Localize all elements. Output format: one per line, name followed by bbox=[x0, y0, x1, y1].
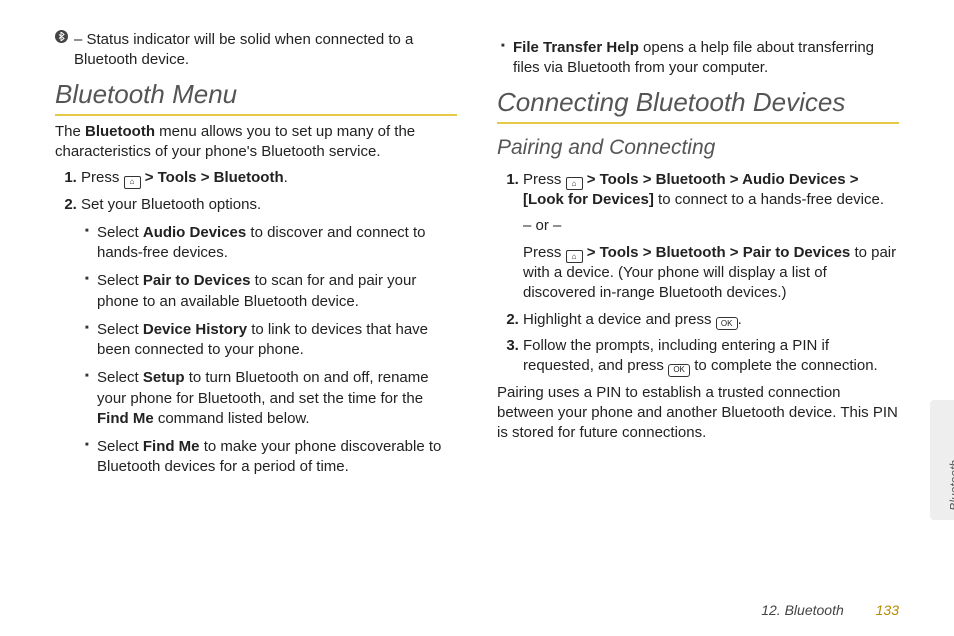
list-item: Follow the prompts, including entering a… bbox=[523, 336, 899, 377]
page-number: 133 bbox=[876, 602, 899, 618]
text: to connect to a hands-free device. bbox=[654, 191, 884, 208]
text: Select bbox=[97, 321, 143, 338]
status-indicator-line: – Status indicator will be solid when co… bbox=[55, 30, 457, 71]
or-separator: – or – bbox=[523, 216, 899, 236]
list-item: Select Setup to turn Bluetooth on and of… bbox=[85, 368, 457, 429]
text-bold: File Transfer Help bbox=[513, 39, 639, 56]
text: to complete the connection. bbox=[690, 357, 878, 374]
separator: > bbox=[201, 169, 214, 186]
text-bold: Pair to Devices bbox=[143, 272, 251, 289]
text: Select bbox=[97, 369, 143, 386]
text: Set your Bluetooth options. bbox=[81, 196, 261, 213]
pairing-outro: Pairing uses a PIN to establish a truste… bbox=[497, 383, 899, 444]
text: Press bbox=[523, 244, 566, 261]
list-item: Highlight a device and press OK. bbox=[523, 310, 899, 331]
text: Select bbox=[97, 224, 143, 241]
page-content: – Status indicator will be solid when co… bbox=[0, 0, 954, 580]
text-bold: Device History bbox=[143, 321, 247, 338]
status-text: – Status indicator will be solid when co… bbox=[74, 30, 457, 71]
separator: > bbox=[643, 171, 656, 188]
text-bold: [Look for Devices] bbox=[523, 191, 654, 208]
text: The bbox=[55, 123, 85, 140]
text-bold: Audio Devices bbox=[143, 224, 246, 241]
text-bold: Bluetooth bbox=[85, 123, 155, 140]
side-tab-label: Bluetooth bbox=[948, 460, 954, 511]
list-item: Press ⌂ > Tools > Bluetooth > Audio Devi… bbox=[523, 170, 899, 304]
text-bold: Find Me bbox=[143, 438, 200, 455]
text: Highlight a device and press bbox=[523, 311, 716, 328]
separator: > bbox=[730, 244, 743, 261]
text-bold: Audio Devices bbox=[742, 171, 845, 188]
list-item: File Transfer Help opens a help file abo… bbox=[501, 38, 899, 79]
list-item: Set your Bluetooth options. Select Audio… bbox=[81, 195, 457, 478]
text-bold: Bluetooth bbox=[214, 169, 284, 186]
separator: > bbox=[145, 169, 158, 186]
text-bold: Setup bbox=[143, 369, 185, 386]
ok-key-icon: OK bbox=[668, 364, 690, 377]
separator: > bbox=[850, 171, 859, 188]
menu-key-icon: ⌂ bbox=[566, 250, 583, 263]
file-transfer-help-list: File Transfer Help opens a help file abo… bbox=[501, 38, 899, 79]
bluetooth-menu-intro: The Bluetooth menu allows you to set up … bbox=[55, 122, 457, 163]
text-bold: Bluetooth bbox=[656, 171, 726, 188]
list-item: Select Audio Devices to discover and con… bbox=[85, 223, 457, 264]
menu-key-icon: ⌂ bbox=[124, 176, 141, 189]
text-bold: Tools bbox=[158, 169, 197, 186]
ok-key-icon: OK bbox=[716, 317, 738, 330]
text: . bbox=[738, 311, 742, 328]
text-bold: Pair to Devices bbox=[743, 244, 851, 261]
list-item: Press ⌂ > Tools > Bluetooth. bbox=[81, 168, 457, 189]
bluetooth-options-list: Select Audio Devices to discover and con… bbox=[85, 223, 457, 478]
text: Select bbox=[97, 438, 143, 455]
page-footer: 12. Bluetooth 133 bbox=[761, 602, 899, 618]
list-item: Select Pair to Devices to scan for and p… bbox=[85, 271, 457, 312]
heading-connecting-bluetooth-devices: Connecting Bluetooth Devices bbox=[497, 87, 899, 124]
text: Press bbox=[523, 171, 566, 188]
text: command listed below. bbox=[154, 410, 310, 427]
separator: > bbox=[587, 244, 600, 261]
separator: > bbox=[643, 244, 656, 261]
text: Select bbox=[97, 272, 143, 289]
right-column: File Transfer Help opens a help file abo… bbox=[497, 30, 899, 570]
list-item: Select Find Me to make your phone discov… bbox=[85, 437, 457, 478]
text: Press bbox=[81, 169, 124, 186]
bluetooth-menu-steps: Press ⌂ > Tools > Bluetooth. Set your Bl… bbox=[55, 168, 457, 478]
pairing-steps: Press ⌂ > Tools > Bluetooth > Audio Devi… bbox=[497, 170, 899, 377]
text-bold: Find Me bbox=[97, 410, 154, 427]
menu-key-icon: ⌂ bbox=[566, 177, 583, 190]
text-bold: Tools bbox=[600, 244, 639, 261]
separator: > bbox=[587, 171, 600, 188]
left-column: – Status indicator will be solid when co… bbox=[55, 30, 457, 570]
text-bold: Tools bbox=[600, 171, 639, 188]
heading-pairing-and-connecting: Pairing and Connecting bbox=[497, 136, 899, 160]
footer-section: 12. Bluetooth bbox=[761, 602, 844, 618]
heading-bluetooth-menu: Bluetooth Menu bbox=[55, 79, 457, 116]
bluetooth-icon bbox=[55, 30, 68, 43]
text-bold: Bluetooth bbox=[656, 244, 726, 261]
separator: > bbox=[730, 171, 742, 188]
list-item: Select Device History to link to devices… bbox=[85, 320, 457, 361]
